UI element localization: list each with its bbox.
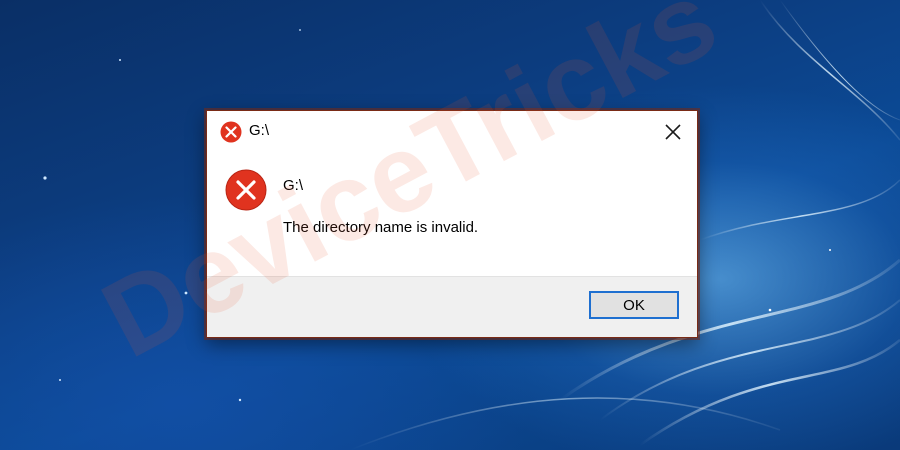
close-button[interactable]	[661, 120, 685, 144]
close-icon	[665, 124, 681, 140]
ok-button[interactable]: OK	[589, 291, 679, 319]
dialog-footer: OK	[207, 276, 697, 337]
error-message: The directory name is invalid.	[283, 219, 479, 236]
dialog-title: G:\	[249, 122, 270, 139]
dialog-titlebar[interactable]: G:\	[207, 111, 697, 151]
error-dialog: G:\ G:\ The directory name is invalid. O…	[206, 110, 698, 338]
dialog-heading: G:\	[283, 177, 304, 194]
error-icon-large	[225, 169, 267, 211]
error-icon	[220, 121, 242, 143]
